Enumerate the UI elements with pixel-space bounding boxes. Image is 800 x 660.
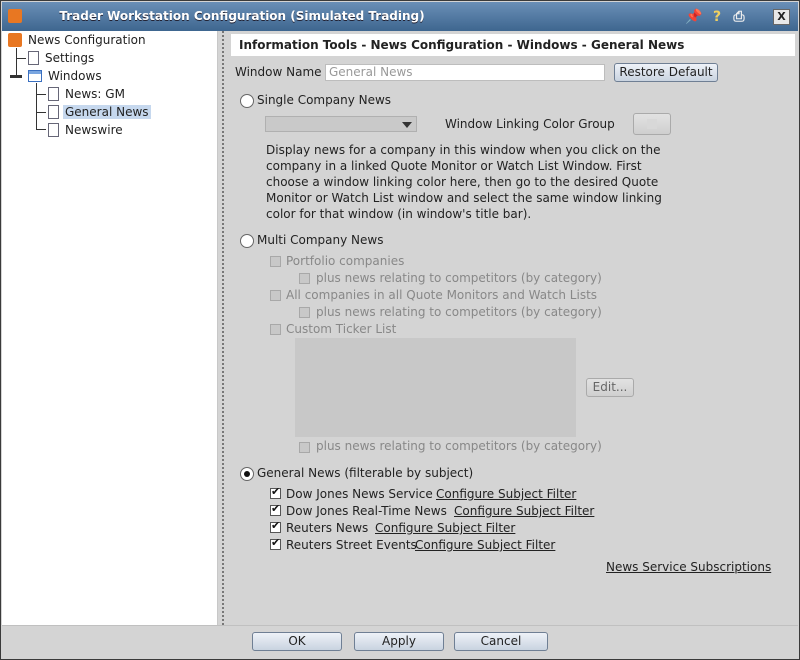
news-service-subscriptions-link[interactable]: News Service Subscriptions <box>606 560 771 574</box>
linking-color-dropdown[interactable] <box>265 116 417 132</box>
pin-icon[interactable]: 📌 <box>685 8 703 26</box>
close-icon[interactable]: X <box>773 9 790 25</box>
dow-jones-realtime-checkbox[interactable] <box>270 502 281 516</box>
general-news-radio[interactable] <box>240 467 254 481</box>
custom-competitors-checkbox[interactable] <box>299 442 310 453</box>
edit-button[interactable]: Edit... <box>586 378 634 397</box>
multi-company-label: Multi Company News <box>257 233 384 247</box>
dialog-footer: OK Apply Cancel <box>2 625 798 659</box>
dow-jones-realtime-label: Dow Jones Real-Time News <box>286 504 447 518</box>
rss-icon <box>8 32 22 47</box>
link-icon <box>647 119 657 129</box>
window-name-label: Window Name <box>235 65 322 79</box>
all-companies-competitors-label: plus news relating to competitors (by ca… <box>316 305 602 319</box>
single-company-radio[interactable] <box>240 94 254 108</box>
restore-default-button[interactable]: Restore Default <box>614 63 718 82</box>
settings-pane: Information Tools - News Configuration -… <box>227 31 799 625</box>
navigation-tree: News Configuration Settings Windows News… <box>2 31 218 625</box>
tree-item-windows[interactable]: Windows <box>28 67 104 85</box>
dow-jones-news-checkbox[interactable] <box>270 485 281 499</box>
general-news-label: General News (filterable by subject) <box>257 466 474 480</box>
chevron-down-icon <box>402 122 412 128</box>
all-companies-label: All companies in all Quote Monitors and … <box>286 288 598 302</box>
document-icon <box>28 50 39 65</box>
linking-color-button[interactable] <box>633 113 671 135</box>
ok-button[interactable]: OK <box>252 632 342 651</box>
single-company-label: Single Company News <box>257 93 392 107</box>
custom-ticker-list[interactable] <box>295 338 576 437</box>
print-icon[interactable]: ⎙ <box>730 8 748 26</box>
linking-color-label: Window Linking Color Group <box>445 117 615 131</box>
window-title: Trader Workstation Configuration (Simula… <box>59 9 425 23</box>
window-icon <box>28 69 42 82</box>
dow-jones-news-configure-link[interactable]: Configure Subject Filter <box>436 487 576 501</box>
all-companies-competitors-checkbox[interactable] <box>299 307 310 318</box>
title-bar: Trader Workstation Configuration (Simula… <box>2 2 798 31</box>
custom-ticker-label: Custom Ticker List <box>286 322 397 336</box>
page-title: Information Tools - News Configuration -… <box>231 34 795 56</box>
window-name-field[interactable]: General News <box>325 64 605 81</box>
splitter[interactable] <box>222 31 224 625</box>
reuters-street-events-label: Reuters Street Events <box>286 538 417 552</box>
reuters-news-checkbox[interactable] <box>270 519 281 533</box>
all-companies-checkbox[interactable] <box>270 290 281 301</box>
portfolio-label: Portfolio companies <box>286 254 405 268</box>
document-icon <box>48 104 59 119</box>
tree-item-news-gm[interactable]: News: GM <box>48 85 127 103</box>
cancel-button[interactable]: Cancel <box>454 632 548 651</box>
document-icon <box>48 122 59 137</box>
tree-item-settings[interactable]: Settings <box>28 49 96 67</box>
multi-company-radio[interactable] <box>240 234 254 248</box>
portfolio-competitors-label: plus news relating to competitors (by ca… <box>316 271 602 285</box>
portfolio-checkbox[interactable] <box>270 256 281 267</box>
dow-jones-realtime-configure-link[interactable]: Configure Subject Filter <box>454 504 594 518</box>
tree-item-news-configuration[interactable]: News Configuration <box>8 31 148 49</box>
config-window: Trader Workstation Configuration (Simula… <box>0 0 800 660</box>
tree-item-general-news[interactable]: General News <box>48 103 151 121</box>
reuters-street-events-configure-link[interactable]: Configure Subject Filter <box>415 538 555 552</box>
document-icon <box>48 86 59 101</box>
single-company-description: Display news for a company in this windo… <box>266 143 662 221</box>
custom-competitors-label: plus news relating to competitors (by ca… <box>316 439 602 453</box>
reuters-news-configure-link[interactable]: Configure Subject Filter <box>375 521 515 535</box>
apply-button[interactable]: Apply <box>354 632 444 651</box>
custom-ticker-checkbox[interactable] <box>270 324 281 335</box>
reuters-street-events-checkbox[interactable] <box>270 536 281 550</box>
tree-item-newswire[interactable]: Newswire <box>48 121 125 139</box>
dow-jones-news-label: Dow Jones News Service <box>286 487 433 501</box>
reuters-news-label: Reuters News <box>286 521 369 535</box>
portfolio-competitors-checkbox[interactable] <box>299 273 310 284</box>
help-icon[interactable]: ? <box>708 8 726 26</box>
